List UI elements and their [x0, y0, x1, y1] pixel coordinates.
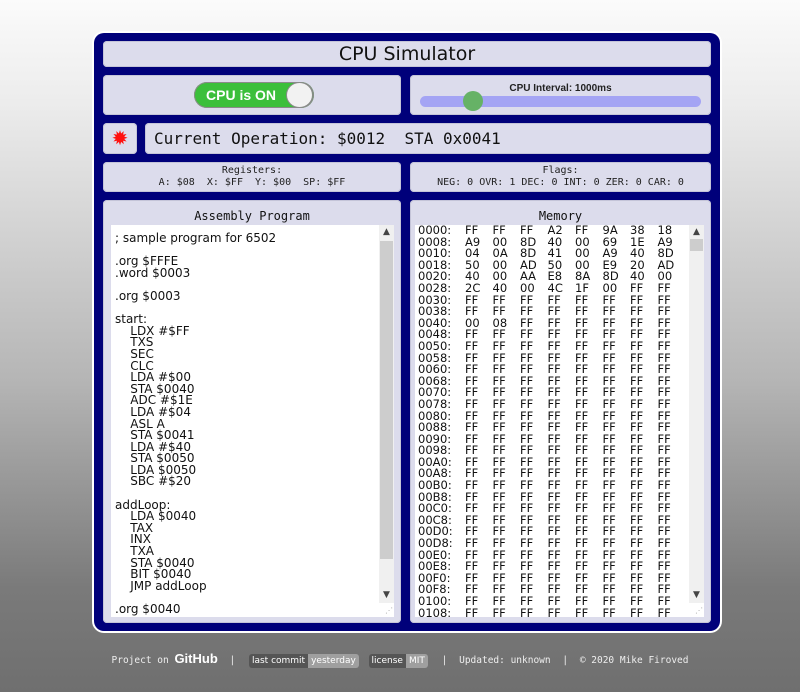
separator: | [562, 655, 569, 666]
red-light-icon: ✹ [111, 126, 129, 150]
memory-byte: FF [602, 605, 616, 617]
memory-row: 0108: FF FF FF FF FF FF FF FF [418, 605, 685, 617]
github-link[interactable]: GitHub [174, 651, 217, 666]
footer: Project on GitHub | last commit yesterday… [0, 651, 800, 668]
registers-panel: Registers: A: $08 X: $FF Y: $00 SP: $FF [103, 162, 401, 192]
memory-byte: FF [630, 605, 644, 617]
memory-address: 0108: [418, 605, 452, 617]
memory-byte: FF [520, 605, 534, 617]
resize-grip-icon[interactable]: ⋰ [693, 606, 703, 616]
badge-value: MIT [405, 653, 428, 668]
copyright-text: © 2020 Mike Firoved [579, 655, 689, 666]
simulator-frame: CPU Simulator CPU is ON CPU Interval: 10… [94, 33, 720, 631]
assembly-code[interactable]: ; sample program for 6502 .org $FFFE .wo… [115, 232, 276, 616]
badge-key: license [368, 653, 406, 668]
cpu-power-label: CPU is ON [206, 87, 277, 103]
interval-panel: CPU Interval: 1000ms [410, 75, 711, 115]
cpu-interval-slider[interactable] [420, 91, 701, 111]
memory-byte: FF [657, 605, 671, 617]
memory-byte: FF [492, 605, 506, 617]
current-operation-panel: Current Operation: $0012 STA 0x0041 [145, 123, 711, 154]
assembly-title: Assembly Program [194, 209, 310, 223]
memory-byte: FF [465, 605, 479, 617]
current-operation: Current Operation: $0012 STA 0x0041 [154, 129, 501, 148]
resize-grip-icon[interactable]: ⋰ [383, 606, 393, 616]
memory-byte: FF [575, 605, 589, 617]
cpu-led-panel: ✹ [103, 123, 137, 154]
last-commit-badge[interactable]: last commit yesterday [248, 653, 359, 668]
separator: | [441, 655, 448, 666]
project-prefix: Project on [111, 655, 169, 666]
flags-title: Flags: [542, 165, 579, 176]
updated-text: Updated: unknown [459, 655, 551, 666]
scroll-down-icon[interactable]: ▼ [689, 588, 704, 603]
memory-byte: FF [547, 605, 561, 617]
scroll-down-icon[interactable]: ▼ [379, 588, 394, 603]
assembly-panel: Assembly Program ; sample program for 65… [103, 200, 401, 623]
scrollbar-thumb[interactable] [690, 239, 703, 251]
separator: | [229, 655, 236, 666]
flags-values: NEG: 0 OVR: 1 DEC: 0 INT: 0 ZER: 0 CAR: … [437, 177, 684, 188]
assembly-scrollbar[interactable]: ▲ ▼ [379, 225, 394, 603]
scroll-up-icon[interactable]: ▲ [379, 225, 394, 240]
memory-scrollbar[interactable]: ▲ ▼ [689, 225, 704, 603]
scroll-up-icon[interactable]: ▲ [689, 225, 704, 240]
memory-title: Memory [538, 209, 583, 223]
app-title: CPU Simulator [103, 41, 711, 67]
license-badge[interactable]: license MIT [368, 653, 428, 668]
badge-key: last commit [248, 653, 309, 668]
memory-panel: Memory 0000: FF FF FF A2 FF 9A 38 18 0008: A9 00 8D 4… [410, 200, 711, 623]
registers-values: A: $08 X: $FF Y: $00 SP: $FF [158, 177, 346, 188]
flags-panel: Flags: NEG: 0 OVR: 1 DEC: 0 INT: 0 ZER: … [410, 162, 711, 192]
badge-value: yesterday [308, 653, 359, 668]
registers-title: Registers: [221, 165, 283, 176]
memory-rows: 0000: FF FF FF A2 FF 9A 38 18 0008: A9 00 8D 40 00 69 1E… [418, 225, 685, 617]
power-panel: CPU is ON [103, 75, 401, 115]
slider-thumb[interactable] [463, 91, 484, 111]
memory-view[interactable]: 0000: FF FF FF A2 FF 9A 38 18 0008: A9 00 8D 40 00 69 1E… [415, 225, 704, 617]
cpu-power-toggle[interactable]: CPU is ON [194, 82, 314, 108]
assembly-editor[interactable]: ; sample program for 6502 .org $FFFE .wo… [111, 225, 394, 617]
toggle-knob[interactable] [286, 82, 313, 108]
scrollbar-thumb[interactable] [380, 241, 393, 559]
cpu-interval-label: CPU Interval: 1000ms [509, 83, 612, 94]
